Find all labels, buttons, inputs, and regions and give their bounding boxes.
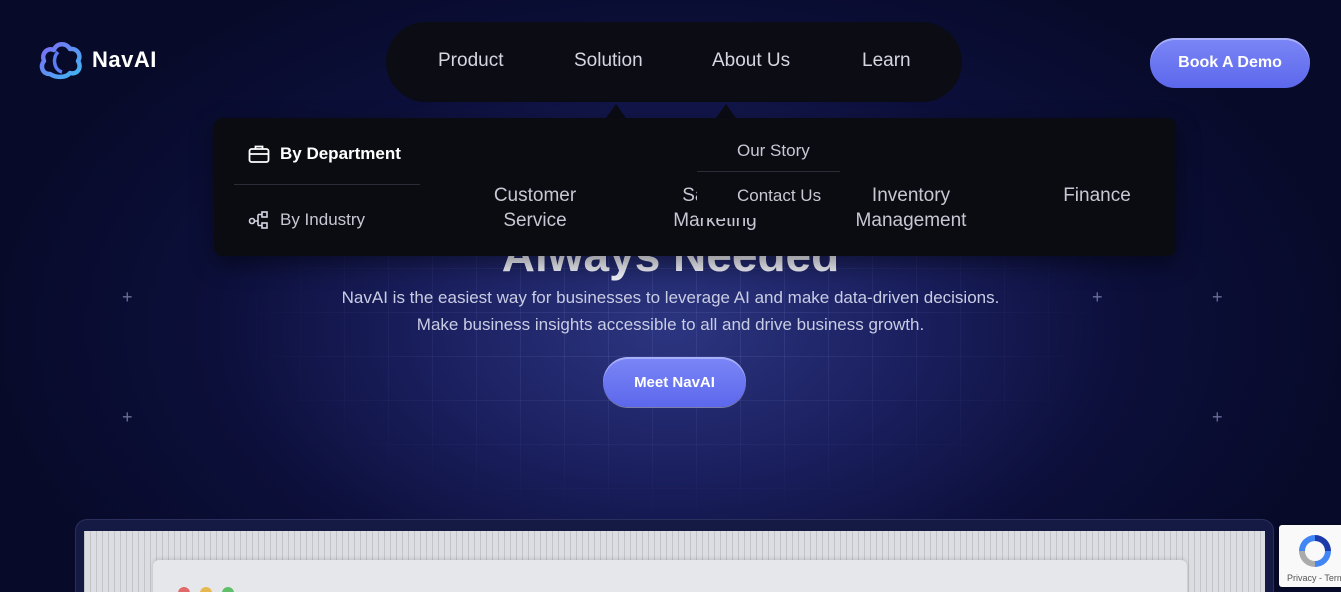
book-demo-button[interactable]: Book A Demo: [1150, 38, 1310, 88]
meet-navai-button[interactable]: Meet NavAI: [603, 357, 746, 407]
submenu-item-our-story[interactable]: Our Story: [737, 141, 810, 161]
window-maximize-dot: [222, 587, 234, 592]
nav-item-learn[interactable]: Learn: [862, 50, 911, 72]
menu-item-customer-service[interactable]: Customer Service: [480, 183, 590, 233]
hero-description-line-2: Make business insights accessible to all…: [416, 315, 925, 334]
main-navigation: Product Solution About Us Learn: [386, 22, 962, 102]
submenu-item-contact-us[interactable]: Contact Us: [737, 186, 821, 206]
menu-item-finance[interactable]: Finance: [1052, 183, 1142, 208]
menu-divider: [234, 184, 420, 185]
menu-item-line: Customer: [493, 185, 577, 206]
recaptcha-terms[interactable]: Privacy - Terms: [1287, 573, 1341, 583]
brand-logo[interactable]: NavAI: [38, 40, 157, 80]
hero-description-line-1: NavAI is the easiest way for businesses …: [341, 288, 1000, 307]
product-preview-window: [153, 560, 1187, 592]
nav-item-solution[interactable]: Solution: [574, 50, 643, 72]
menu-item-line: Management: [855, 210, 967, 231]
briefcase-icon: [248, 143, 270, 165]
menu-item-line: Inventory: [871, 185, 951, 206]
hierarchy-icon: [248, 209, 270, 231]
window-minimize-dot: [200, 587, 212, 592]
menu-item-inventory-management[interactable]: Inventory Management: [846, 183, 976, 233]
recaptcha-badge[interactable]: Privacy - Terms: [1279, 525, 1341, 587]
menu-item-line: Finance: [1063, 185, 1131, 206]
solution-menu-caret: [606, 104, 626, 118]
brand-name: NavAI: [92, 47, 157, 72]
cloud-logo-icon: [39, 42, 82, 80]
window-close-dot: [178, 587, 190, 592]
tab-by-industry[interactable]: By Industry: [248, 209, 365, 231]
menu-divider: [697, 171, 840, 172]
nav-item-product[interactable]: Product: [438, 50, 503, 72]
nav-item-about-us[interactable]: About Us: [712, 50, 790, 72]
about-menu-caret: [716, 104, 736, 118]
solution-dropdown-menu: By Department By Industry Customer Servi…: [214, 118, 1176, 256]
tab-by-department[interactable]: By Department: [248, 143, 401, 165]
about-us-submenu: Our Story Contact Us: [697, 128, 840, 218]
recaptcha-icon: [1299, 535, 1331, 567]
menu-item-line: Service: [503, 210, 567, 231]
sparkle-icon: +: [122, 407, 133, 427]
tab-by-department-label: By Department: [280, 144, 401, 163]
sparkle-icon: +: [1212, 407, 1223, 427]
tab-by-industry-label: By Industry: [280, 210, 366, 229]
